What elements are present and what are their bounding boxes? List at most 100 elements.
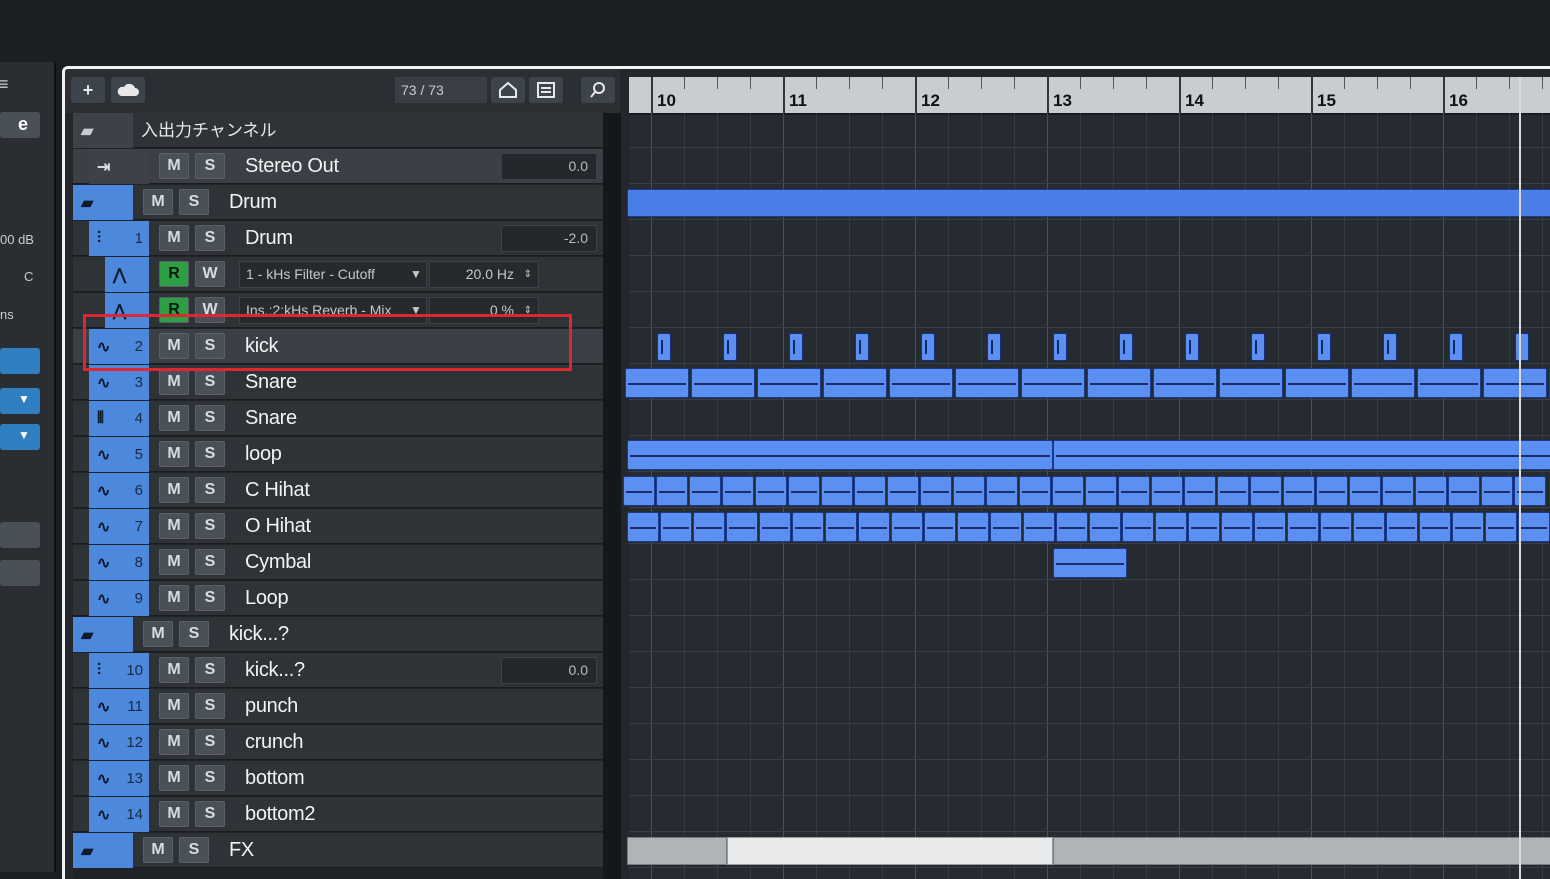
track-name[interactable]: C Hihat <box>245 473 310 508</box>
solo-button[interactable]: S <box>195 405 225 431</box>
folder-part[interactable] <box>727 837 1053 865</box>
audio-event[interactable] <box>1188 512 1220 542</box>
audio-event[interactable] <box>1449 333 1463 361</box>
track-row[interactable]: ⦀ 4 M S Snare <box>73 401 603 436</box>
audio-event[interactable] <box>1217 476 1249 506</box>
track-name[interactable]: bottom <box>245 761 305 796</box>
list-view-button[interactable] <box>529 77 563 103</box>
folder-part[interactable] <box>627 189 1550 217</box>
menu-icon[interactable]: ≡ <box>0 74 9 95</box>
audio-event[interactable] <box>1415 476 1447 506</box>
audio-event[interactable] <box>759 512 791 542</box>
track-name[interactable]: Drum <box>229 185 277 220</box>
audio-event[interactable] <box>955 368 1019 398</box>
track-lane[interactable] <box>629 797 1550 832</box>
project-cursor[interactable] <box>1519 77 1521 879</box>
audio-event[interactable] <box>788 476 820 506</box>
audio-event[interactable] <box>1483 368 1547 398</box>
track-lane[interactable] <box>629 653 1550 688</box>
mute-button[interactable]: M <box>159 765 189 791</box>
track-row-stereo-out[interactable]: ⇥ M S Stereo Out 0.0 <box>73 149 603 184</box>
visibility-agents-button[interactable] <box>491 77 525 103</box>
audio-event[interactable] <box>1518 512 1550 542</box>
automation-value-field[interactable]: 20.0 Hz ⇕ <box>429 261 539 288</box>
audio-event[interactable] <box>1317 333 1331 361</box>
track-lane[interactable] <box>629 761 1550 796</box>
mute-button[interactable]: M <box>159 693 189 719</box>
audio-event[interactable] <box>825 512 857 542</box>
mute-button[interactable]: M <box>159 477 189 503</box>
audio-event[interactable] <box>1383 333 1397 361</box>
audio-event[interactable] <box>1087 368 1151 398</box>
track-lane[interactable] <box>629 725 1550 760</box>
track-row[interactable]: ∿ 9 M S Loop <box>73 581 603 616</box>
track-row-drum-group[interactable]: ⫶ 1 M S Drum -2.0 <box>73 221 603 256</box>
solo-button[interactable]: S <box>195 693 225 719</box>
folder-part[interactable] <box>627 837 727 865</box>
splitter[interactable] <box>603 113 621 879</box>
track-row[interactable]: ∿ 2 M Skick <box>73 329 603 364</box>
solo-button[interactable]: S <box>195 513 225 539</box>
add-track-button[interactable]: + <box>71 77 105 103</box>
audio-event[interactable] <box>858 512 890 542</box>
audio-event[interactable] <box>623 476 655 506</box>
audio-event[interactable] <box>1485 512 1517 542</box>
track-row[interactable]: ▰ M S FX <box>73 833 603 868</box>
mute-button[interactable]: M <box>159 549 189 575</box>
track-name[interactable]: loop <box>245 437 282 472</box>
audio-event[interactable] <box>691 368 755 398</box>
track-row[interactable]: ∿ 11 M Spunch <box>73 689 603 724</box>
mute-button[interactable]: M <box>159 801 189 827</box>
audio-event[interactable] <box>1053 440 1550 470</box>
read-button[interactable]: R <box>159 261 189 287</box>
solo-button[interactable]: S <box>195 153 225 179</box>
mute-button[interactable]: M <box>159 405 189 431</box>
track-name[interactable]: bottom2 <box>245 797 315 832</box>
solo-button[interactable]: S <box>179 621 209 647</box>
track-row[interactable]: ∿ 13 M Sbottom <box>73 761 603 796</box>
automation-row-filter-cutoff[interactable]: ⋀ R W 1 - kHs Filter - Cutoff ▼ 20.0 Hz ⇕ <box>73 257 603 292</box>
track-row[interactable]: ∿ 8 M S Cymbal <box>73 545 603 580</box>
track-row[interactable]: ⫶ 10 M Skick...? 0.0 <box>73 653 603 688</box>
track-row[interactable]: ∿ 6 M S C Hihat <box>73 473 603 508</box>
track-name[interactable]: Drum <box>245 221 293 256</box>
solo-button[interactable]: S <box>195 477 225 503</box>
track-row[interactable]: ∿ 14 M Sbottom2 <box>73 797 603 832</box>
audio-event[interactable] <box>1285 368 1349 398</box>
audio-event[interactable] <box>693 512 725 542</box>
edit-instrument-button[interactable]: e <box>0 112 40 138</box>
audio-event[interactable] <box>1085 476 1117 506</box>
solo-button[interactable]: S <box>179 189 209 215</box>
track-lane[interactable] <box>629 329 1550 364</box>
find-track-button[interactable] <box>581 77 615 103</box>
folder-part[interactable] <box>1053 837 1550 865</box>
audio-event[interactable] <box>823 368 887 398</box>
audio-event[interactable] <box>1155 512 1187 542</box>
read-button[interactable]: R <box>159 297 189 323</box>
mute-button[interactable]: M <box>143 189 173 215</box>
audio-event[interactable] <box>889 368 953 398</box>
volume-field[interactable]: 0.0 <box>501 657 597 684</box>
ban-icon-button[interactable] <box>0 560 40 586</box>
solo-button[interactable]: S <box>195 585 225 611</box>
audio-event[interactable] <box>957 512 989 542</box>
audio-event[interactable] <box>1481 476 1513 506</box>
track-lane[interactable] <box>629 401 1550 436</box>
solo-button[interactable]: S <box>179 837 209 863</box>
track-lane[interactable] <box>629 581 1550 616</box>
audio-event[interactable] <box>1119 333 1133 361</box>
audio-event[interactable] <box>1019 476 1051 506</box>
audio-event[interactable] <box>1151 476 1183 506</box>
audio-event[interactable] <box>1287 512 1319 542</box>
audio-event[interactable] <box>1419 512 1451 542</box>
mute-button[interactable]: M <box>159 153 189 179</box>
track-settings-button[interactable] <box>0 522 40 548</box>
audio-event[interactable] <box>789 333 803 361</box>
write-button[interactable]: W <box>195 297 225 323</box>
audio-event[interactable] <box>1386 512 1418 542</box>
audio-event[interactable] <box>625 368 689 398</box>
audio-event[interactable] <box>953 476 985 506</box>
audio-event[interactable] <box>1382 476 1414 506</box>
track-name[interactable]: kick...? <box>245 653 305 688</box>
audio-event[interactable] <box>987 333 1001 361</box>
